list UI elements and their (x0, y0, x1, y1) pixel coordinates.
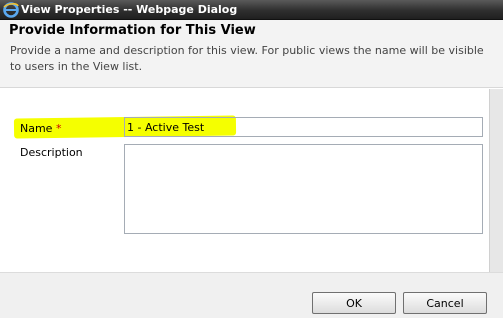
name-label: Name * (20, 122, 61, 135)
page-title: Provide Information for This View (9, 23, 256, 38)
description-field[interactable] (124, 144, 483, 234)
window-title: View Properties -- Webpage Dialog (21, 3, 238, 16)
cancel-button[interactable]: Cancel (403, 292, 487, 314)
name-label-text: Name (20, 122, 53, 135)
dialog-header: Provide Information for This View Provid… (0, 20, 503, 88)
window-titlebar: View Properties -- Webpage Dialog (0, 0, 503, 20)
name-field[interactable] (124, 117, 483, 137)
required-marker: * (55, 122, 62, 135)
internet-explorer-icon (3, 2, 19, 18)
description-label: Description (20, 146, 83, 159)
ok-button[interactable]: OK (312, 292, 396, 314)
dialog-footer: OK Cancel (0, 272, 503, 318)
page-description: Provide a name and description for this … (10, 44, 484, 73)
right-edge-strip (489, 89, 503, 272)
